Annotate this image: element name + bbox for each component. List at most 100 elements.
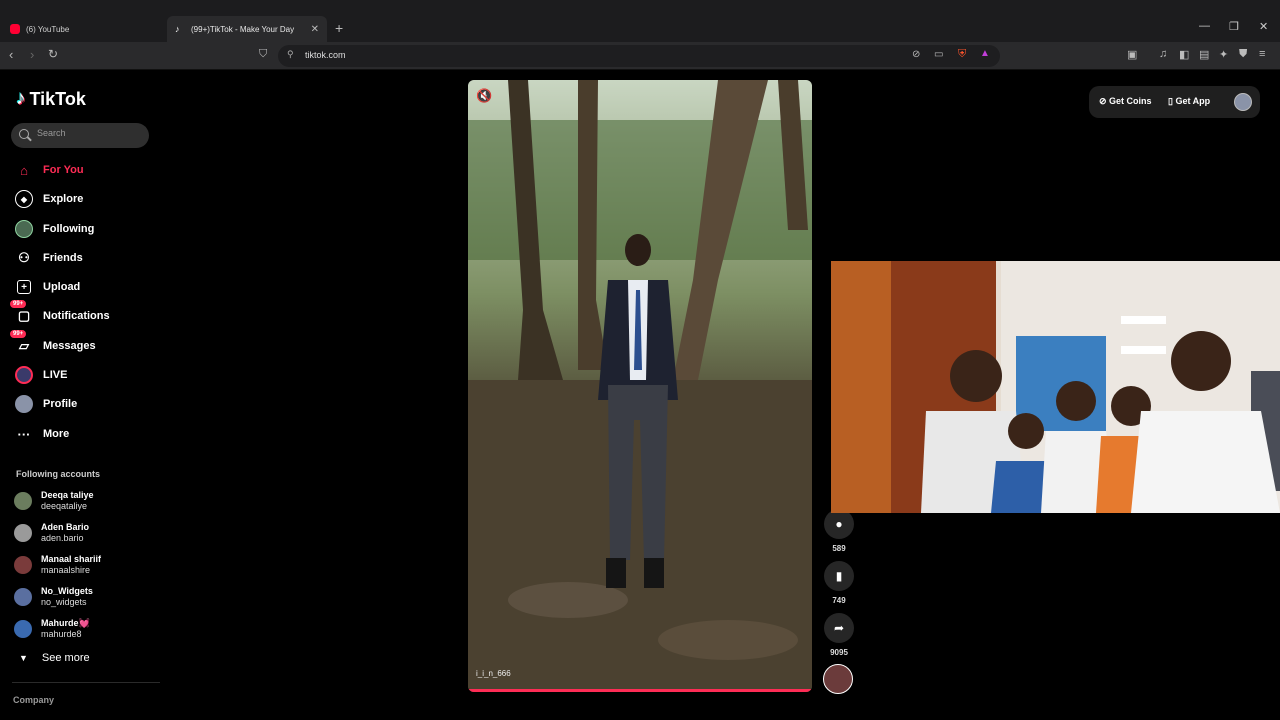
rewards-icon[interactable]: ▲ — [980, 48, 990, 59]
search-bar[interactable] — [11, 123, 149, 148]
comment-icon: ● — [835, 517, 843, 531]
see-more-button[interactable]: ▼ See more — [19, 652, 90, 664]
bookmark-icon: ▮ — [835, 569, 843, 583]
tab-search-icon[interactable]: ▣ — [1127, 48, 1137, 61]
reload-icon[interactable]: ↻ — [48, 47, 58, 61]
sidebar-toggle-icon[interactable]: ◧ — [1179, 48, 1189, 61]
tracking-off-icon[interactable]: ⊘ — [912, 49, 920, 60]
account-handle: deeqataliye — [41, 501, 88, 511]
inbox-icon: ▢ 99+ — [10, 300, 34, 326]
sidebar-item-following[interactable]: Following — [14, 218, 94, 240]
vpn-icon[interactable]: ⛊ — [1239, 48, 1247, 61]
sidebar-item-upload[interactable]: + Upload — [14, 276, 80, 298]
site-info-icon[interactable]: ⚲ — [287, 49, 294, 60]
save-button[interactable]: ▮ — [824, 561, 854, 591]
sidebar-item-friends[interactable]: ⚇ Friends — [14, 247, 83, 269]
get-coins-button[interactable]: ⊘ Get Coins — [1099, 96, 1152, 107]
volume-icon[interactable]: 🔇 — [476, 88, 492, 104]
video-watermark: i_i_n_666 — [476, 669, 511, 678]
see-more-label: See more — [41, 652, 90, 664]
avatar — [14, 556, 32, 574]
tab-youtube[interactable]: (6) YouTube — [2, 16, 77, 42]
comment-button[interactable]: ● — [824, 509, 854, 539]
sidebar-item-explore[interactable]: ◆ Explore — [14, 188, 83, 210]
browser-toolbar: ‹ › ↻ ⛉ ⚲ tiktok.com ⊘ ▭ ⛨ ▲ ▣ ♫ ◧ ▤ ✦ ⛊… — [0, 42, 1280, 70]
bookmark-icon[interactable]: ⛉ — [259, 48, 267, 61]
picture-in-picture-video[interactable] — [831, 261, 1280, 513]
company-link[interactable]: Company — [13, 695, 54, 705]
sidebar-item-label: Friends — [43, 252, 83, 264]
cast-icon[interactable]: ▭ — [934, 49, 943, 60]
get-app-button[interactable]: ▯ Get App — [1168, 96, 1210, 107]
close-tab-icon[interactable]: ✕ — [311, 24, 319, 35]
account-handle: aden.bario — [41, 533, 84, 543]
restore-button[interactable]: ❐ — [1229, 20, 1239, 33]
youtube-icon — [10, 24, 20, 34]
tiktok-favicon-icon: ♪ — [175, 24, 180, 34]
notification-badge: 99+ — [10, 300, 27, 308]
sidebar-item-more[interactable]: ··· More — [14, 423, 70, 445]
search-input[interactable] — [37, 128, 142, 138]
tab-title: (6) YouTube — [26, 24, 70, 34]
sidebar-item-for-you[interactable]: ⌂ For You — [14, 159, 84, 181]
brave-shield-icon[interactable]: ⛨ — [958, 48, 966, 61]
user-avatar[interactable] — [1234, 93, 1252, 111]
account-name: Manaal shariif — [41, 554, 102, 564]
header-actions: ⊘ Get Coins ▯ Get App — [1089, 86, 1260, 118]
account-item[interactable]: Aden Bario aden.bario — [14, 519, 89, 547]
creator-avatar[interactable] — [823, 664, 853, 694]
sidebar-item-label: Upload — [43, 281, 81, 293]
logo-text: TikTok — [29, 88, 86, 109]
account-item[interactable]: Mahurde💓 mahurde8 — [14, 615, 90, 643]
profile-avatar-icon — [14, 394, 34, 414]
account-item[interactable]: Manaal shariif manaalshire — [14, 551, 101, 579]
comment-count: 589 — [832, 544, 846, 553]
video-player[interactable]: 🔇 i_i_n_666 — [468, 80, 812, 692]
account-name: Aden Bario — [41, 522, 90, 532]
following-accounts-title: Following accounts — [16, 469, 101, 479]
avatar — [14, 620, 32, 638]
back-icon[interactable]: ‹ — [9, 47, 13, 62]
compass-icon: ◆ — [14, 189, 34, 209]
account-handle: mahurde8 — [41, 629, 82, 639]
account-item[interactable]: Deeqa taliye deeqataliye — [14, 487, 94, 515]
video-frame-image — [468, 80, 812, 692]
share-count: 9095 — [830, 648, 848, 657]
save-count: 749 — [832, 596, 846, 605]
address-bar[interactable]: ⚲ tiktok.com ⊘ ▭ ⛨ ▲ — [278, 45, 1000, 67]
sidebar-item-label: Messages — [43, 340, 96, 352]
video-progress-bar[interactable] — [468, 689, 812, 692]
minimize-button[interactable]: — — [1199, 20, 1210, 32]
sidebar-item-live[interactable]: LIVE — [14, 364, 67, 386]
browser-tab-bar: (6) YouTube ♪ (99+)TikTok - Make Your Da… — [0, 0, 1280, 42]
leo-ai-icon[interactable]: ✦ — [1219, 48, 1228, 61]
wallet-icon[interactable]: ▤ — [1199, 48, 1209, 61]
sidebar-item-notifications[interactable]: ▢ 99+ Notifications — [10, 300, 110, 327]
share-icon: ➦ — [833, 621, 845, 635]
new-tab-button[interactable]: + — [335, 20, 343, 36]
pip-video-frame-image — [831, 261, 1280, 513]
sidebar-item-label: LIVE — [43, 369, 68, 381]
sidebar-item-profile[interactable]: Profile — [14, 393, 77, 415]
message-badge: 99+ — [10, 330, 27, 338]
media-icon[interactable]: ♫ — [1159, 48, 1167, 60]
account-item[interactable]: No_Widgets no_widgets — [14, 583, 93, 611]
tab-tiktok[interactable]: ♪ (99+)TikTok - Make Your Day ✕ — [167, 16, 327, 42]
tiktok-logo[interactable]: ♪ TikTok — [16, 88, 86, 110]
upload-icon: + — [14, 277, 34, 297]
menu-icon[interactable]: ≡ — [1259, 48, 1265, 60]
following-avatar-icon — [14, 219, 34, 239]
sidebar-item-label: For You — [43, 164, 84, 176]
forward-icon[interactable]: › — [30, 47, 34, 62]
friends-icon: ⚇ — [18, 250, 30, 265]
more-icon: ··· — [17, 426, 31, 442]
share-button[interactable]: ➦ — [824, 613, 854, 643]
get-app-label: Get App — [1175, 96, 1211, 106]
close-window-button[interactable]: ✕ — [1259, 20, 1268, 33]
sidebar-item-label: More — [43, 428, 70, 440]
sidebar-item-label: Following — [43, 223, 95, 235]
avatar — [14, 524, 32, 542]
sidebar-item-messages[interactable]: ▱ 99+ Messages — [10, 330, 96, 357]
message-icon: ▱ 99+ — [10, 330, 34, 356]
sidebar-item-label: Profile — [43, 398, 78, 410]
